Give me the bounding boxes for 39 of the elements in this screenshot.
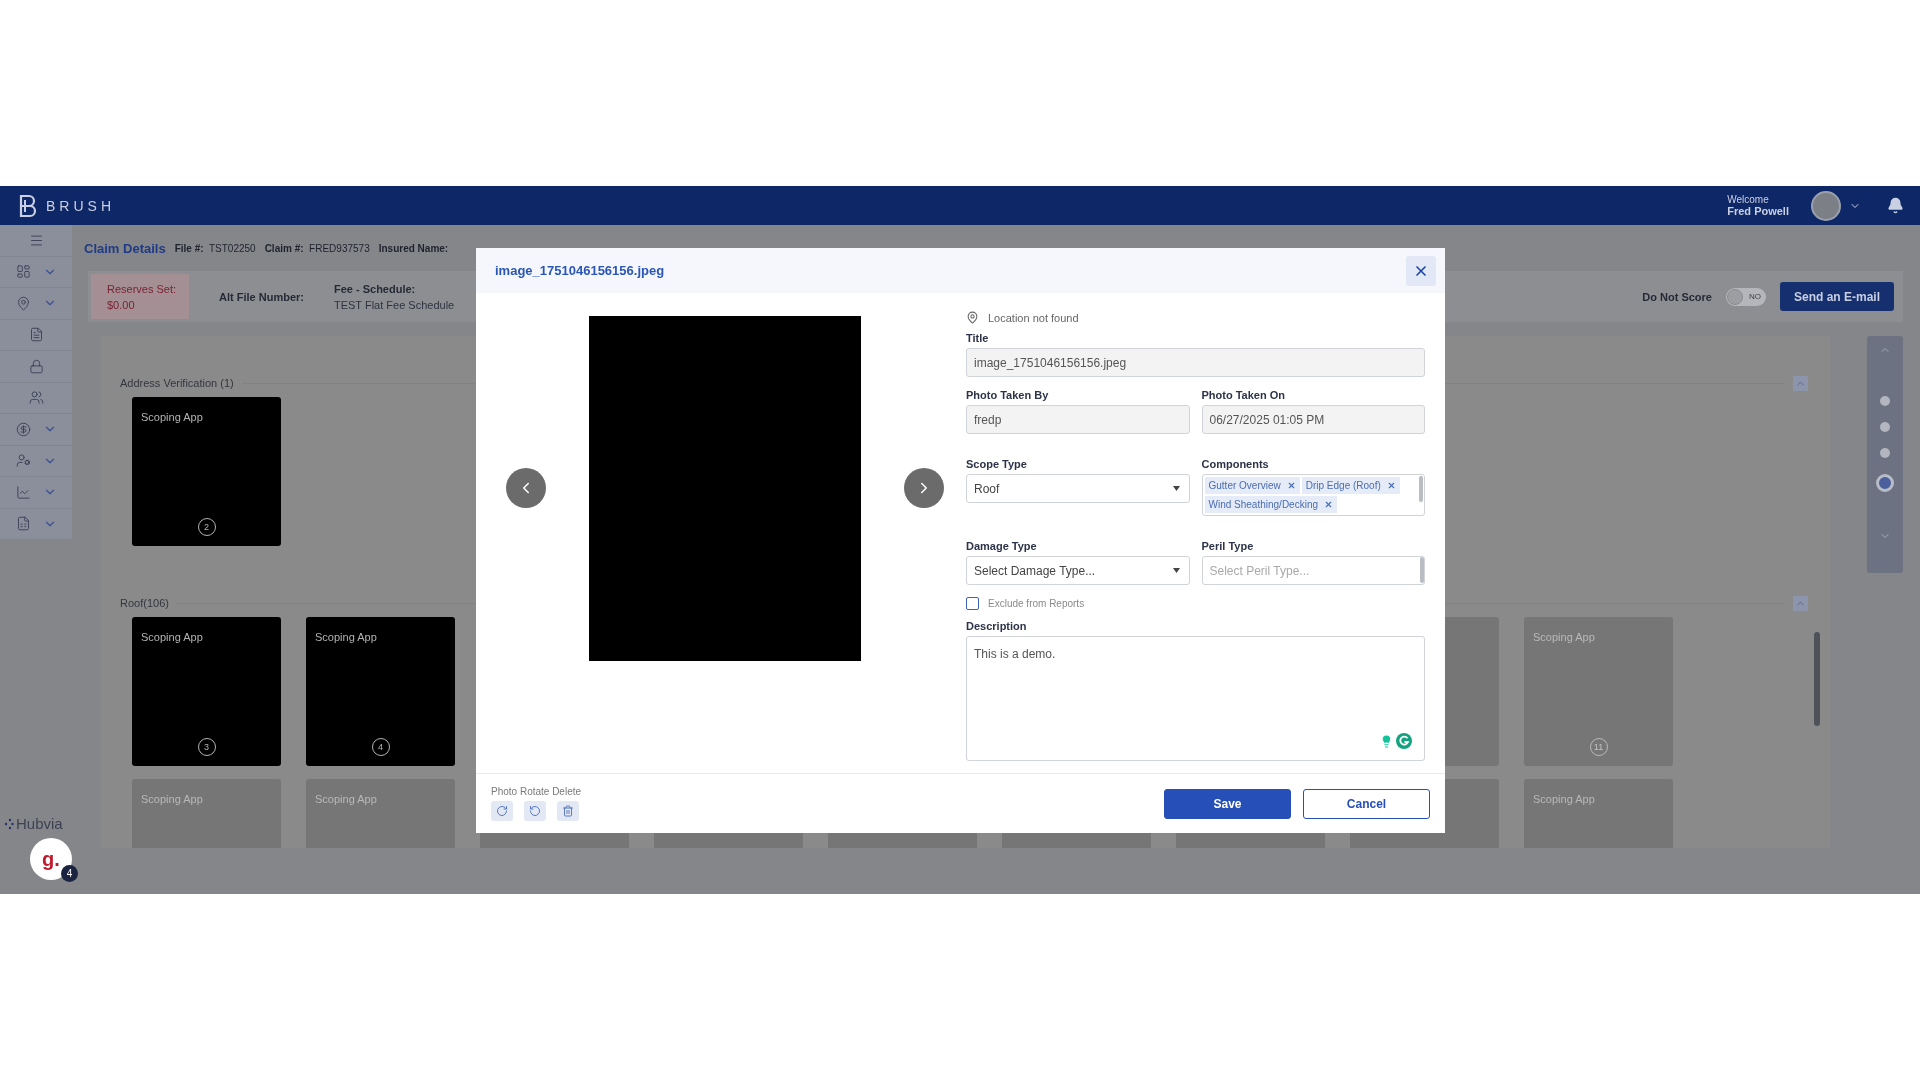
- claim-field: Claim #: FRED937573: [264, 242, 370, 254]
- claim-field: Insured Name:: [378, 242, 449, 254]
- tile-label: Scoping App: [141, 793, 203, 805]
- alt-file-label: Alt File Number:: [219, 290, 304, 303]
- field-label: Description: [966, 620, 1028, 632]
- field-label: Title: [966, 332, 990, 344]
- field-label: Peril Type: [1201, 540, 1255, 552]
- component-tag: Gutter Overview: [1204, 477, 1300, 494]
- field-label: Photo Taken By: [966, 389, 1050, 401]
- brand-text: Hubvia: [16, 815, 63, 832]
- reserves-label: Reserves Set:: [107, 282, 178, 295]
- tile-label: Scoping App: [141, 631, 203, 643]
- component-tag: Drip Edge (Roof): [1301, 477, 1400, 494]
- reserves-value: $0.00: [107, 298, 136, 311]
- tile-label: Scoping App: [141, 411, 203, 423]
- tile-label: Scoping App: [1533, 793, 1595, 805]
- count-badge: 4: [61, 865, 78, 882]
- section-title: Roof(106): [120, 597, 169, 609]
- welcome-text: Welcome: [1727, 194, 1770, 205]
- location-text: Location not found: [988, 311, 1079, 324]
- fee-label: Fee - Schedule:: [333, 282, 417, 295]
- claim-field: File #: TST02250: [174, 242, 256, 254]
- field-label: Scope Type: [966, 458, 1028, 470]
- field-label: Damage Type: [966, 540, 1038, 552]
- field-label: Components: [1201, 458, 1270, 470]
- fee-value: TEST Flat Fee Schedule: [333, 298, 455, 311]
- field-label: Photo Taken On: [1201, 389, 1287, 401]
- page-title: Claim Details: [84, 240, 166, 256]
- dialog-title: image_1751046156156.jpeg: [495, 263, 665, 278]
- component-tag: Wind Sheathing/Decking: [1204, 496, 1337, 513]
- checkbox-label: Exclude from Reports: [988, 598, 1085, 609]
- tile-label: Scoping App: [315, 631, 377, 643]
- footer-label: Photo Rotate Delete: [491, 786, 582, 797]
- user-name: Fred Powell: [1727, 205, 1789, 217]
- tile-label: Scoping App: [315, 793, 377, 805]
- do-not-score-label: Do Not Score: [1642, 290, 1712, 303]
- section-title: Address Verification (1): [120, 377, 234, 389]
- tile-label: Scoping App: [1533, 631, 1595, 643]
- logo-text: BRUSH: [46, 197, 115, 214]
